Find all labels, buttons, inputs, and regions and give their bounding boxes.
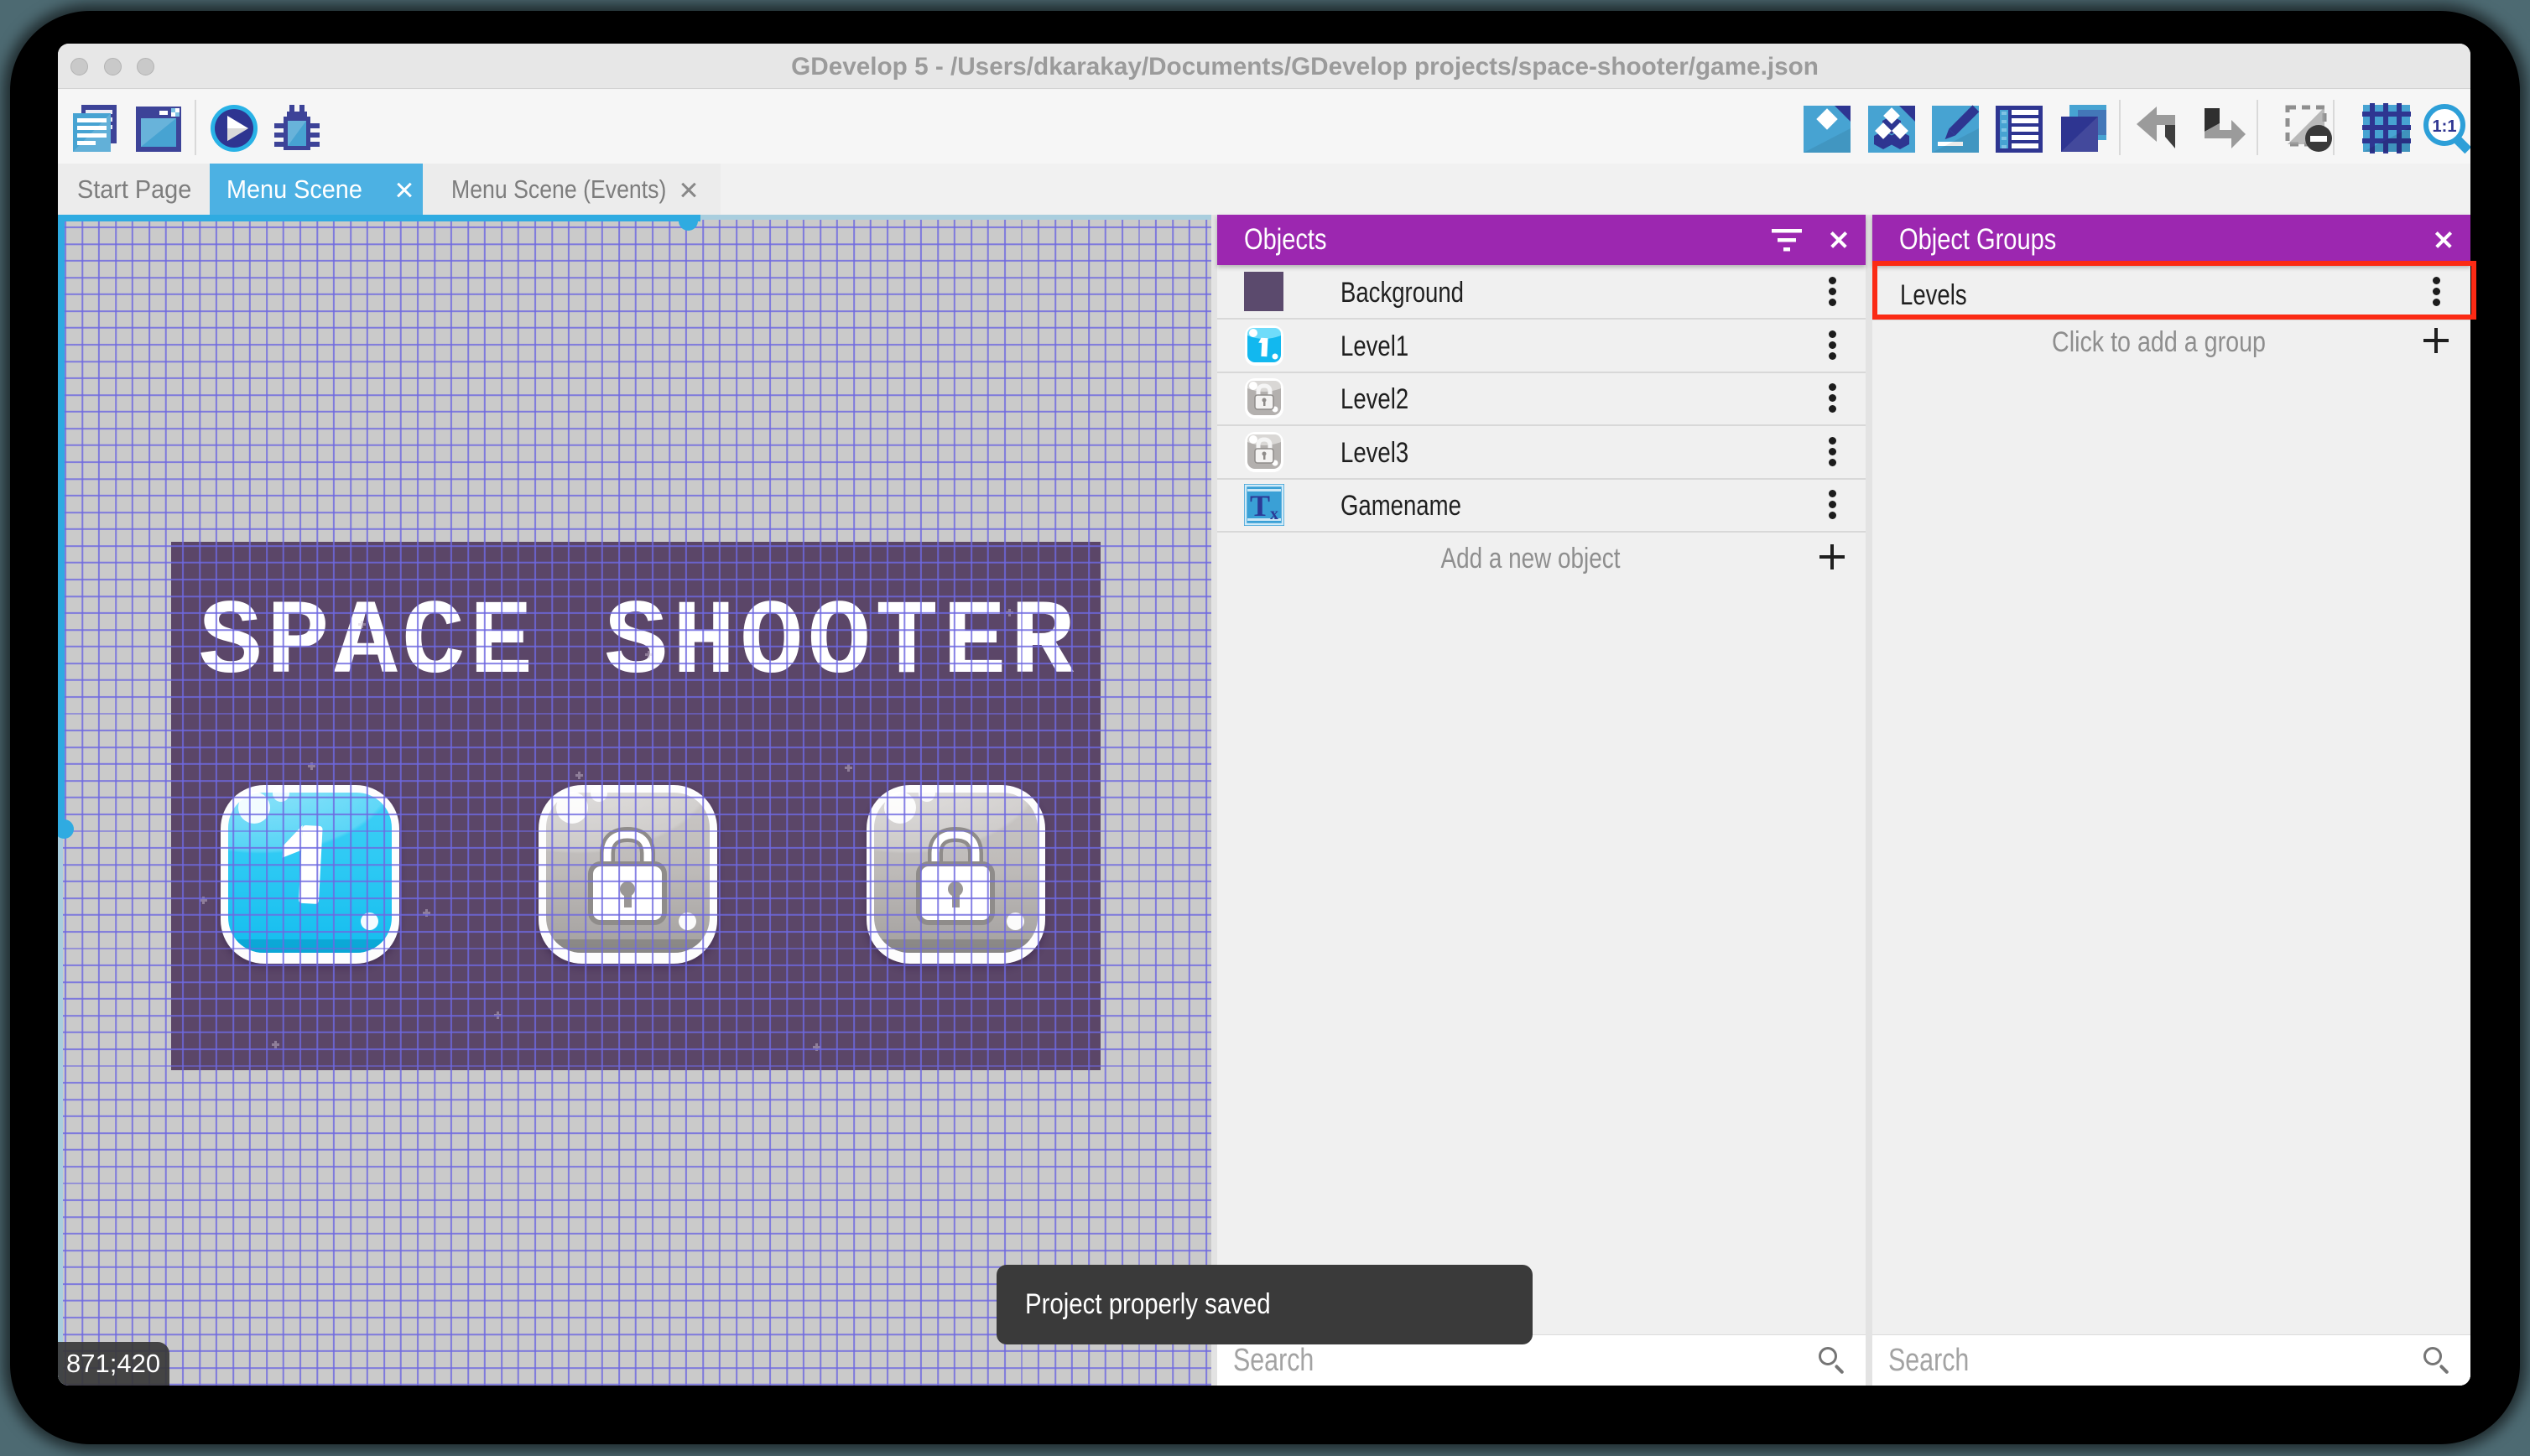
svg-text:x: x — [1270, 505, 1278, 523]
svg-text:T: T — [1250, 489, 1270, 523]
svg-text:1:1: 1:1 — [2433, 117, 2457, 136]
